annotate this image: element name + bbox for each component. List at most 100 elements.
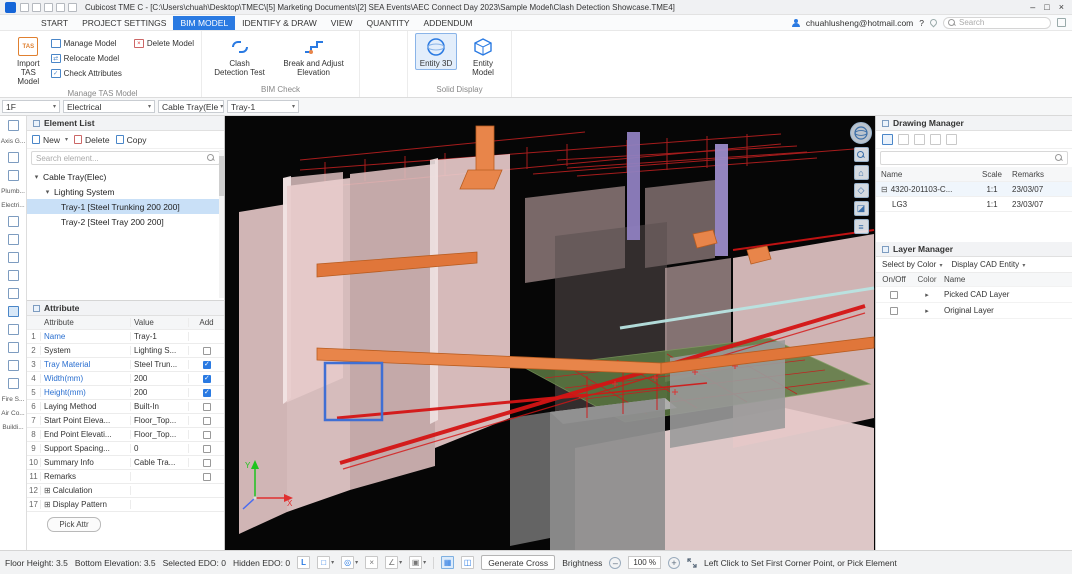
- tab-view[interactable]: VIEW: [324, 16, 360, 30]
- fullscreen-icon[interactable]: [687, 558, 697, 568]
- add-checkbox[interactable]: [203, 403, 211, 411]
- layer-row[interactable]: ▸ Picked CAD Layer: [876, 287, 1072, 303]
- new-element-button[interactable]: New▾: [32, 135, 68, 145]
- grounding-icon[interactable]: [8, 360, 19, 371]
- attribute-row[interactable]: 4Width(mm)200: [27, 372, 224, 386]
- pin-icon[interactable]: [929, 18, 939, 28]
- help-button[interactable]: ?: [919, 18, 924, 28]
- tree-item-lighting-system[interactable]: ▾Lighting System: [27, 184, 224, 199]
- add-checkbox[interactable]: [203, 473, 211, 481]
- split-view-toggle-icon[interactable]: ◫: [461, 556, 474, 569]
- add-checkbox[interactable]: [203, 445, 211, 453]
- snap-settings-dropdown[interactable]: ◎▾: [341, 556, 358, 569]
- delete-model-button[interactable]: ×Delete Model: [134, 37, 194, 50]
- attribute-row[interactable]: 8End Point Elevati...Floor_Top...: [27, 428, 224, 442]
- add-checkbox[interactable]: [203, 459, 211, 467]
- drawing-search-input[interactable]: [885, 154, 1052, 163]
- tab-quantity[interactable]: QUANTITY: [360, 16, 417, 30]
- redo-icon[interactable]: [68, 3, 77, 12]
- layer-visibility-checkbox[interactable]: [890, 307, 898, 315]
- element-list-scrollbar[interactable]: [219, 150, 224, 298]
- attribute-row[interactable]: 2SystemLighting S...: [27, 344, 224, 358]
- add-checkbox[interactable]: [203, 417, 211, 425]
- busway-icon[interactable]: [8, 324, 19, 335]
- attribute-row[interactable]: 5Height(mm)200: [27, 386, 224, 400]
- caret-down-icon[interactable]: ▾: [44, 188, 51, 196]
- attribute-row[interactable]: 9Support Spacing...0: [27, 442, 224, 456]
- rename-drawing-icon[interactable]: [914, 134, 925, 145]
- expand-icon[interactable]: ⊞: [44, 486, 51, 495]
- rail-item-building[interactable]: Buildi...: [2, 424, 23, 431]
- cable-tray-icon[interactable]: [8, 306, 19, 317]
- section-icon[interactable]: ◪: [854, 201, 869, 216]
- table-icon[interactable]: [8, 170, 19, 181]
- tree-item-tray-2[interactable]: Tray-2 [Steel Tray 200 200]: [27, 214, 224, 229]
- attribute-group-row[interactable]: 12⊞Calculation: [27, 484, 224, 498]
- tab-identify-draw[interactable]: IDENTIFY & DRAW: [235, 16, 324, 30]
- attribute-row[interactable]: 11Remarks: [27, 470, 224, 484]
- locate-drawing-icon[interactable]: [898, 134, 909, 145]
- tree-item-cable-tray[interactable]: ▾Cable Tray(Elec): [27, 169, 224, 184]
- minimize-button[interactable]: –: [1030, 2, 1035, 12]
- ucs-icon[interactable]: L: [297, 556, 310, 569]
- add-checkbox[interactable]: [203, 375, 211, 383]
- discipline-select[interactable]: Electrical▾: [63, 100, 155, 113]
- undo-icon[interactable]: [56, 3, 65, 12]
- generate-cross-button[interactable]: Generate Cross: [481, 555, 555, 570]
- conduit-icon[interactable]: [8, 288, 19, 299]
- break-adjust-elevation-button[interactable]: Break and Adjust Elevation: [275, 33, 352, 79]
- pick-attr-button[interactable]: Pick Attr: [47, 517, 101, 532]
- home-view-icon[interactable]: ⌂: [854, 165, 869, 180]
- drawing-row[interactable]: ⊟4320-201103-C... 1:1 23/03/07: [876, 182, 1072, 197]
- layer-row[interactable]: ▸ Original Layer: [876, 303, 1072, 319]
- lightning-rod-icon[interactable]: [8, 342, 19, 353]
- color-mode-dropdown[interactable]: ▣▾: [409, 556, 426, 569]
- orbit-icon[interactable]: [850, 122, 872, 144]
- add-drawing-icon[interactable]: [882, 134, 893, 145]
- rail-item-axis-grid[interactable]: Axis G...: [1, 138, 26, 145]
- collapse-icon[interactable]: ⊟: [881, 185, 888, 194]
- check-attributes-button[interactable]: ✓Check Attributes: [51, 67, 122, 80]
- entity-model-button[interactable]: Entity Model: [462, 33, 504, 79]
- entity-3d-button[interactable]: Entity 3D: [415, 33, 457, 70]
- wireframe-toggle-icon[interactable]: ▦: [441, 556, 454, 569]
- apps-icon[interactable]: [1057, 18, 1066, 27]
- viewport[interactable]: Y X ⌂ ◇ ◪ ≡: [225, 116, 875, 550]
- zoom-icon[interactable]: [854, 147, 869, 162]
- attribute-group-row[interactable]: 17⊞Display Pattern: [27, 498, 224, 512]
- cube-view-icon[interactable]: ◇: [854, 183, 869, 198]
- rail-item-plumbing[interactable]: Plumb...: [1, 188, 25, 195]
- maximize-button[interactable]: □: [1044, 2, 1049, 12]
- layer-visibility-checkbox[interactable]: [890, 291, 898, 299]
- caret-right-icon[interactable]: ▸: [912, 291, 942, 299]
- rail-item-air-conditioning[interactable]: Air Co...: [1, 410, 24, 417]
- attribute-row[interactable]: 10Summary InfoCable Tra...: [27, 456, 224, 470]
- attribute-row[interactable]: 3Tray MaterialSteel Trun...: [27, 358, 224, 372]
- search-input[interactable]: [959, 18, 1046, 27]
- clash-detection-button[interactable]: Clash Detection Test: [209, 33, 270, 79]
- drawing-row[interactable]: LG3 1:1 23/03/07: [876, 197, 1072, 212]
- support-icon[interactable]: [8, 378, 19, 389]
- attribute-row[interactable]: 6Laying MethodBuilt-In: [27, 400, 224, 414]
- add-checkbox[interactable]: [203, 347, 211, 355]
- attribute-row[interactable]: 7Start Point Eleva...Floor_Top...: [27, 414, 224, 428]
- socket-icon[interactable]: [8, 252, 19, 263]
- account-email[interactable]: chuahlusheng@hotmail.com: [806, 18, 913, 28]
- rail-item-fire-safety[interactable]: Fire S...: [2, 396, 25, 403]
- attribute-row[interactable]: 1NameTray-1: [27, 330, 224, 344]
- tab-start[interactable]: START: [34, 16, 75, 30]
- tree-item-tray-1[interactable]: Tray-1 [Steel Trunking 200 200]: [27, 199, 224, 214]
- manage-model-button[interactable]: Manage Model: [51, 37, 122, 50]
- remove-cross-icon[interactable]: ×: [365, 556, 378, 569]
- element-select[interactable]: Tray-1▾: [227, 100, 299, 113]
- distribution-box-icon[interactable]: [8, 270, 19, 281]
- list-panel-icon[interactable]: [8, 120, 19, 131]
- caret-right-icon[interactable]: ▸: [912, 307, 942, 315]
- brightness-increase-button[interactable]: +: [668, 557, 680, 569]
- add-checkbox[interactable]: [203, 431, 211, 439]
- tab-addendum[interactable]: ADDENDUM: [417, 16, 480, 30]
- delete-drawing-icon[interactable]: [930, 134, 941, 145]
- brightness-decrease-button[interactable]: –: [609, 557, 621, 569]
- 3d-model-scene[interactable]: Y X: [225, 116, 875, 550]
- switch-icon[interactable]: [8, 234, 19, 245]
